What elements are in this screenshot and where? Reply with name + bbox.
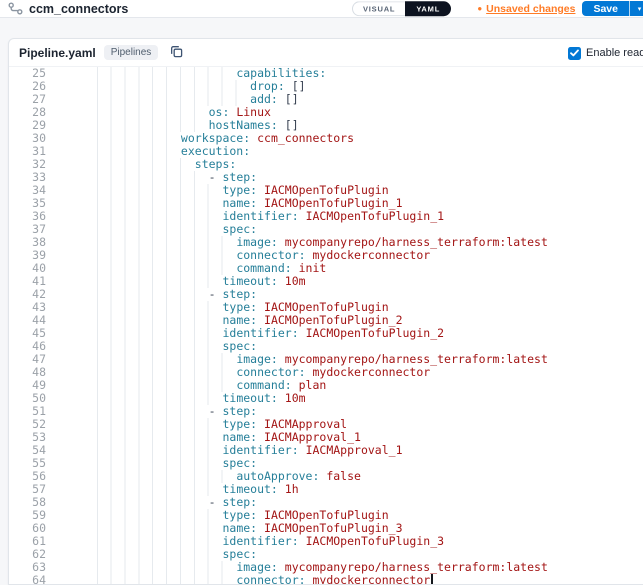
code-line[interactable]: 32steps: (9, 158, 643, 171)
page-title: ccm_connectors (29, 2, 128, 16)
save-button[interactable]: Save (582, 1, 629, 16)
code-text: spec: (84, 548, 257, 561)
code-line[interactable]: 30workspace: ccm_connectors (9, 132, 643, 145)
line-number: 64 (9, 574, 51, 584)
yaml-toggle-button[interactable]: YAML (405, 1, 451, 17)
code-text: identifier: IACMOpenTofuPlugin_2 (84, 327, 444, 340)
save-dropdown-button[interactable]: ▾ (629, 1, 643, 16)
code-line[interactable]: 56autoApprove: false (9, 470, 643, 483)
top-header: ccm_connectors VISUAL YAML ● Unsaved cha… (0, 0, 643, 18)
code-line[interactable]: 50timeout: 10m (9, 392, 643, 405)
yaml-editor-card: Pipeline.yaml Pipelines Enable read/ (8, 38, 643, 585)
code-line[interactable]: 27add: [] (9, 93, 643, 106)
pipelines-badge[interactable]: Pipelines (104, 45, 159, 60)
code-text: timeout: 10m (84, 275, 306, 288)
code-line[interactable]: 54identifier: IACMApproval_1 (9, 444, 643, 457)
view-toggle: VISUAL YAML (352, 1, 451, 17)
unsaved-changes-label: Unsaved changes (486, 3, 575, 15)
yaml-editor[interactable]: 25capabilities:26drop: []27add: []28os: … (9, 67, 643, 584)
code-line[interactable]: 40command: init (9, 262, 643, 275)
code-text: spec: (84, 457, 257, 470)
enable-edit-group: Enable read/ (568, 39, 643, 67)
header-actions: ● Unsaved changes Save ▾ (477, 1, 643, 16)
copy-icon (170, 45, 183, 61)
text-cursor (431, 574, 433, 584)
code-text: timeout: 10m (84, 392, 306, 405)
check-icon (570, 49, 579, 57)
enable-edit-label: Enable read/ (586, 47, 643, 59)
code-line[interactable]: 25capabilities: (9, 67, 643, 80)
code-line[interactable]: 49command: plan (9, 379, 643, 392)
visual-toggle-button[interactable]: VISUAL (352, 1, 405, 17)
chevron-down-icon: ▾ (638, 5, 642, 13)
enable-edit-checkbox[interactable] (568, 47, 581, 60)
pipeline-icon (8, 2, 23, 15)
file-name-label: Pipeline.yaml (19, 46, 96, 60)
copy-button[interactable] (170, 45, 183, 61)
code-line[interactable]: 41timeout: 10m (9, 275, 643, 288)
code-text: spec: (84, 340, 257, 353)
code-line[interactable]: 64 connector: mydockerconnector (9, 574, 643, 584)
code-line[interactable]: 57timeout: 1h (9, 483, 643, 496)
editor-tabbar: Pipeline.yaml Pipelines Enable read/ (9, 39, 643, 67)
code-line[interactable]: 26drop: [] (9, 80, 643, 93)
code-line[interactable]: 61identifier: IACMOpenTofuPlugin_3 (9, 535, 643, 548)
code-text: timeout: 1h (84, 483, 299, 496)
editor-lines: 25capabilities:26drop: []27add: []28os: … (9, 67, 643, 584)
code-line[interactable]: 28os: Linux (9, 106, 643, 119)
save-split-button: Save ▾ (582, 1, 643, 16)
unsaved-changes-link[interactable]: ● Unsaved changes (477, 3, 575, 15)
code-line[interactable]: 45identifier: IACMOpenTofuPlugin_2 (9, 327, 643, 340)
code-text: connector: mydockerconnector (84, 574, 433, 584)
code-text: identifier: IACMOpenTofuPlugin_3 (84, 535, 444, 548)
code-text: identifier: IACMOpenTofuPlugin_1 (84, 210, 444, 223)
code-line[interactable]: 36identifier: IACMOpenTofuPlugin_1 (9, 210, 643, 223)
code-line[interactable]: 31execution: (9, 145, 643, 158)
unsaved-dot-icon: ● (477, 5, 482, 13)
code-text: spec: (84, 223, 257, 236)
